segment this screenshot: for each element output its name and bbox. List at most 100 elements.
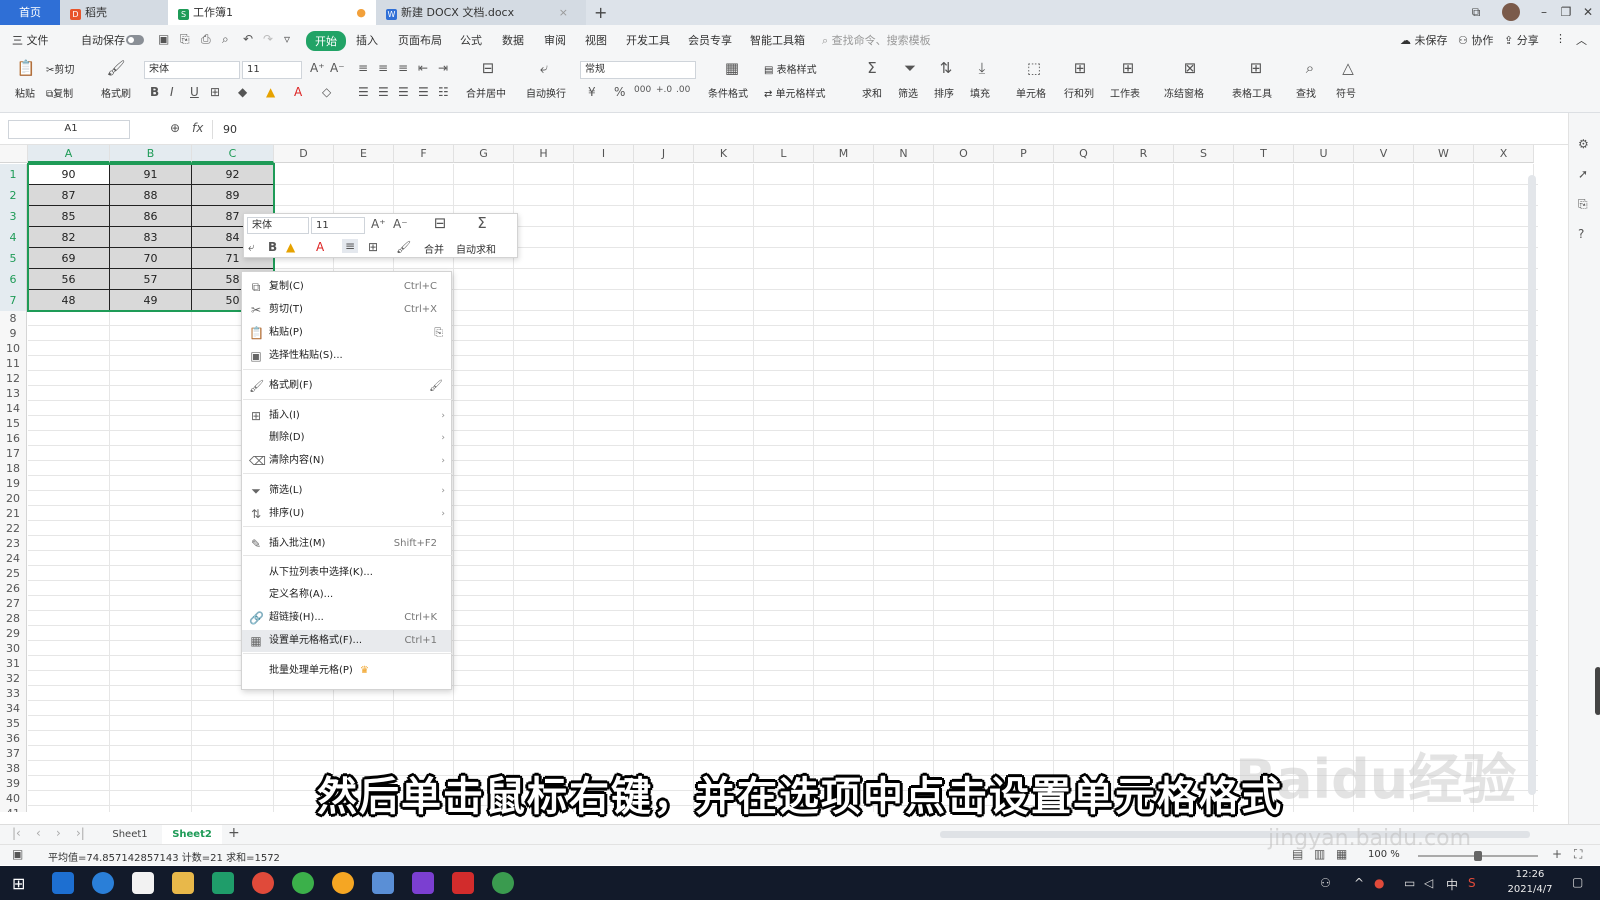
notification-icon[interactable]: ▢ [1572,875,1583,889]
mini-font-grow-icon[interactable]: A⁺ [371,217,386,231]
restore-icon[interactable]: ❐ [1558,4,1574,20]
row-header-17[interactable]: 17 [0,446,27,461]
mini-format-painter-icon[interactable]: 🖌 [396,240,411,254]
font-size-select[interactable]: 11 [242,61,302,79]
row-header-19[interactable]: 19 [0,476,27,491]
unsaved-button[interactable]: ☁ 未保存 [1400,32,1448,48]
align-middle-icon[interactable]: ≡ [378,61,388,75]
row-header-5[interactable]: 5 [0,248,27,269]
chat-app-icon[interactable] [332,872,354,894]
wrap-text-label[interactable]: 自动换行 [526,85,566,100]
column-header-U[interactable]: U [1294,145,1354,163]
vertical-scrollbar[interactable] [1528,175,1536,795]
avatar[interactable] [1502,3,1520,21]
print-icon[interactable]: ⎙ [201,32,211,47]
table-style-button[interactable]: ▤ 表格样式 [764,61,817,76]
row-header-25[interactable]: 25 [0,566,27,581]
row-header-20[interactable]: 20 [0,491,27,506]
row-header-7[interactable]: 7 [0,290,27,311]
row-header-10[interactable]: 10 [0,341,27,356]
first-sheet-icon[interactable]: |‹ [12,826,21,840]
context-menu-item[interactable]: 定义名称(A)... [242,584,451,606]
chrome-alt-icon[interactable] [292,872,314,894]
indent-increase-icon[interactable]: ⇥ [438,61,448,75]
align-right-icon[interactable]: ☰ [398,85,409,99]
row-header-31[interactable]: 31 [0,656,27,671]
quick-access-dropdown-icon[interactable]: ▿ [284,32,290,46]
cell-style-button[interactable]: ⇄ 单元格样式 [764,85,826,100]
chrome-third-icon[interactable] [492,872,514,894]
fill-label[interactable]: 填充 [970,85,990,100]
command-search[interactable]: ⌕ 查找命令、搜索模板 [822,32,931,48]
more-icon[interactable]: ⋮ [1555,32,1566,45]
context-menu-item[interactable]: ⧉ 复制(C) Ctrl+C [242,276,451,298]
row-header-21[interactable]: 21 [0,506,27,521]
find-label[interactable]: 查找 [1296,85,1316,100]
row-col-icon[interactable]: ⊞ [1068,59,1092,77]
filter-icon[interactable]: ⏷ [898,59,922,77]
mini-autosum-icon[interactable]: Σ [472,214,492,232]
tab-document[interactable]: W 新建 DOCX 文档.docx × [376,0,586,25]
sum-label[interactable]: 求和 [862,85,882,100]
add-sheet-button[interactable]: + [228,825,240,841]
column-header-C[interactable]: C [192,145,274,163]
cell-A7[interactable]: 48 [28,290,110,311]
next-sheet-icon[interactable]: › [56,826,61,840]
sum-icon[interactable]: Σ [860,59,884,77]
font-shrink-icon[interactable]: A⁻ [330,61,345,75]
row-header-2[interactable]: 2 [0,185,27,206]
context-menu-item[interactable]: ⏷ 筛选(L) › [242,480,451,502]
percent-icon[interactable]: % [614,85,625,99]
format-painter-lock-icon[interactable]: 🖌 [429,375,443,397]
context-menu-item[interactable]: 从下拉列表中选择(K)... [242,562,451,584]
cell-A2[interactable]: 87 [28,185,110,206]
underline-icon[interactable]: U [190,85,199,99]
freeze-icon[interactable]: ⊠ [1178,59,1202,77]
tab-wk[interactable]: D 稻壳 [60,0,168,25]
menu-smart-tools[interactable]: 智能工具箱 [750,32,805,48]
wrap-text-icon[interactable]: ⤶ [532,59,556,77]
menu-member[interactable]: 会员专享 [688,32,732,48]
border-icon[interactable]: ⊞ [210,85,220,99]
minimize-icon[interactable]: – [1536,4,1552,20]
cell-C2[interactable]: 89 [192,185,274,206]
name-box[interactable]: A1 [8,120,130,139]
table-tools-icon[interactable]: ⊞ [1244,59,1268,77]
cell-A4[interactable]: 82 [28,227,110,248]
bold-icon[interactable]: B [150,85,159,99]
windows-start-icon[interactable]: ⊞ [12,874,25,893]
tab-close-icon[interactable]: × [559,0,568,25]
row-header-30[interactable]: 30 [0,641,27,656]
cell-A1[interactable]: 90 [28,164,110,185]
cell-B3[interactable]: 86 [110,206,192,227]
column-header-R[interactable]: R [1114,145,1174,163]
row-header-12[interactable]: 12 [0,371,27,386]
column-header-Q[interactable]: Q [1054,145,1114,163]
mini-font-select[interactable]: 宋体 [247,217,309,234]
thousands-icon[interactable]: 000 [634,85,651,95]
undo-icon[interactable]: ↶ [243,32,253,46]
column-header-D[interactable]: D [274,145,334,163]
column-header-L[interactable]: L [754,145,814,163]
column-header-K[interactable]: K [694,145,754,163]
mini-size-select[interactable]: 11 [311,217,365,234]
volume-icon[interactable]: ◁ [1424,876,1433,890]
select-icon[interactable]: ➚ [1578,167,1588,181]
menu-developer[interactable]: 开发工具 [626,32,670,48]
row-header-26[interactable]: 26 [0,581,27,596]
sort-icon[interactable]: ⇅ [934,59,958,77]
column-header-S[interactable]: S [1174,145,1234,163]
cell-B2[interactable]: 88 [110,185,192,206]
redo-icon[interactable]: ↷ [263,32,273,46]
formula-input[interactable]: 90 [212,120,1562,139]
freeze-label[interactable]: 冻结窗格 [1164,85,1204,100]
row-header-37[interactable]: 37 [0,746,27,761]
font-color-icon[interactable]: A [294,85,302,99]
export-icon[interactable]: ⎘ [180,32,190,47]
indent-decrease-icon[interactable]: ⇤ [418,61,428,75]
context-menu-item[interactable]: 🔗 超链接(H)... Ctrl+K [242,607,451,629]
column-header-A[interactable]: A [28,145,110,163]
format-painter-icon[interactable]: 🖌 [104,59,128,77]
distributed-icon[interactable]: ☷ [438,85,449,99]
row-header-33[interactable]: 33 [0,686,27,701]
